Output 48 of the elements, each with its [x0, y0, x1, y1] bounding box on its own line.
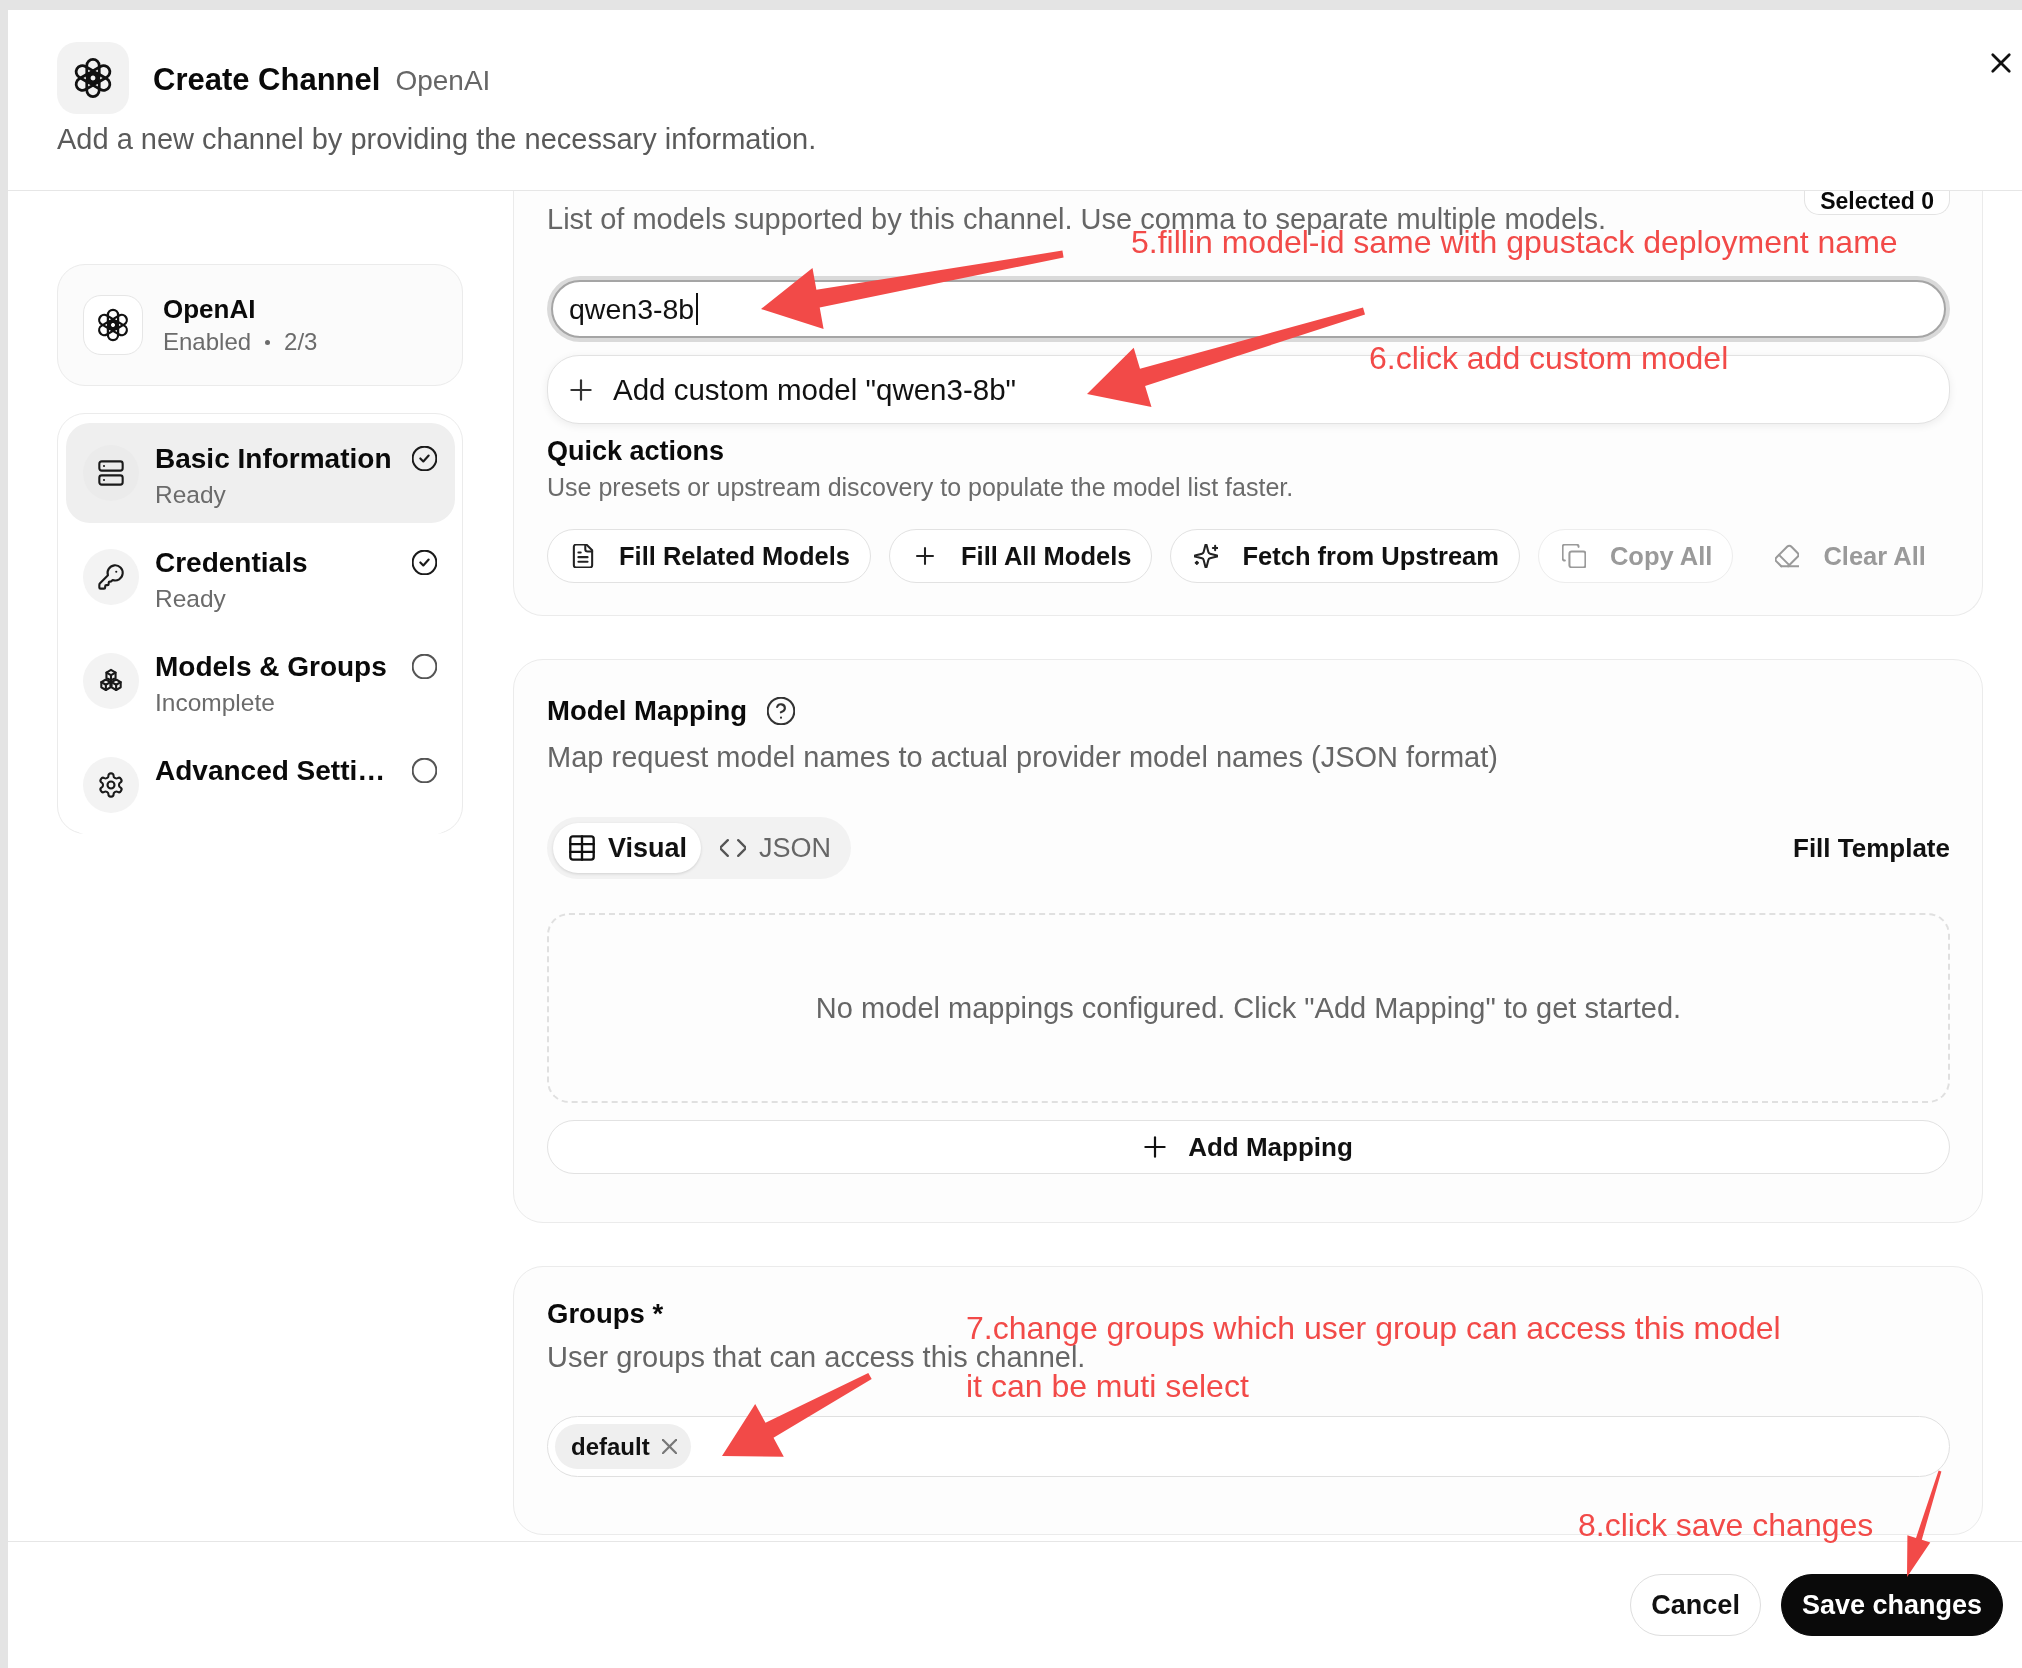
fill-template-button[interactable]: Fill Template — [1793, 831, 1950, 865]
model-mapping-title: Model Mapping — [547, 694, 748, 728]
quick-action-button[interactable]: Fetch from Upstream — [1170, 529, 1520, 583]
selected-count-badge: Selected 0 — [1804, 191, 1950, 215]
quick-action-button[interactable]: Fill All Models — [888, 529, 1153, 583]
dialog-description: Add a new channel by providing the necessary information. — [57, 122, 817, 157]
logo-icon — [57, 42, 129, 114]
groups-select-field[interactable]: default — [547, 1416, 1950, 1477]
quick-action-button[interactable]: Fill Related Models — [547, 529, 871, 583]
save-button[interactable]: Save changes — [1780, 1574, 2003, 1636]
annotation-text: it can be muti select — [966, 1372, 1249, 1400]
provider-label: OpenAI — [395, 64, 491, 98]
step-title: Models & Groups — [155, 650, 388, 684]
step-status: Incomplete — [155, 688, 276, 718]
separator-dot-icon — [265, 339, 271, 345]
step-title: Basic Information — [155, 442, 393, 476]
table-icon — [569, 835, 595, 861]
logo-icon — [83, 295, 143, 355]
copy-icon — [1561, 544, 1586, 568]
plus-icon — [570, 378, 592, 401]
step-title: Credentials — [155, 546, 309, 580]
document-icon — [571, 544, 595, 568]
quick-actions-title: Quick actions — [547, 435, 725, 468]
quick-actions-description: Use presets or upstream discovery to populate the model list faster. — [547, 472, 1294, 502]
add-mapping-button[interactable]: Add Mapping — [547, 1120, 1950, 1174]
help-icon[interactable] — [767, 697, 796, 725]
close-icon[interactable] — [1990, 52, 2012, 74]
provider-name: OpenAI — [163, 293, 257, 326]
empty-mappings-message: No model mappings configured. Click "Add Mapping" to get started. — [815, 991, 1682, 1026]
sparkles-icon — [1194, 544, 1219, 568]
step-status: Ready — [155, 480, 227, 510]
chip-label: default — [571, 1432, 650, 1461]
cancel-button[interactable]: Cancel — [1630, 1574, 1761, 1636]
provider-status: Enabled — [163, 327, 252, 357]
groups-title: Groups * — [547, 1297, 664, 1331]
step-title: Advanced Setti… — [155, 754, 387, 788]
view-tab[interactable]: JSON — [704, 823, 846, 873]
text-cursor-icon — [696, 293, 699, 325]
step-status: Ready — [155, 584, 227, 614]
completed-count: 2/3 — [284, 327, 318, 357]
eraser-icon — [1775, 544, 1800, 568]
annotation-text: 8.click save changes — [1578, 1509, 1874, 1541]
model-mapping-description: Map request model names to actual provider model names (JSON format) — [547, 740, 1498, 775]
step-item[interactable]: Basic Information Ready — [66, 423, 455, 523]
plus-icon — [1144, 1136, 1167, 1158]
view-tab[interactable]: Visual — [553, 823, 702, 873]
gear-icon — [83, 757, 139, 813]
dialog-title: Create Channel — [153, 61, 381, 99]
